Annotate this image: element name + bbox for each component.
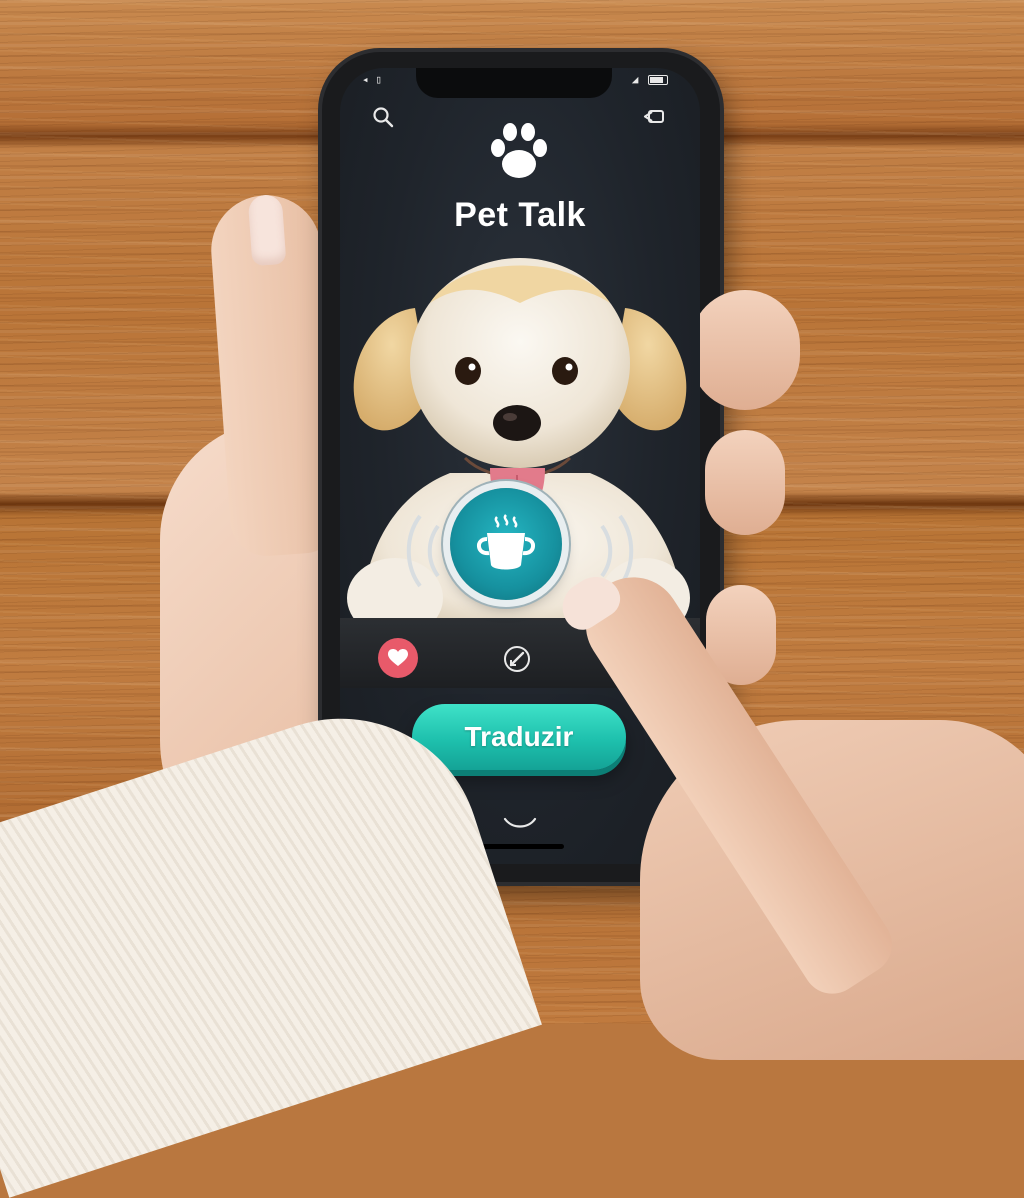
cup-icon	[477, 514, 535, 570]
record-button[interactable]	[450, 488, 562, 600]
search-button[interactable]	[368, 102, 398, 132]
signal-icon: ◂	[362, 73, 369, 86]
back-button[interactable]	[638, 102, 668, 132]
battery-icon	[648, 75, 668, 85]
favorite-button[interactable]	[378, 638, 418, 678]
paw-icon	[491, 123, 547, 178]
notch	[416, 68, 612, 98]
translate-button[interactable]: Traduzir	[412, 704, 626, 770]
right-finger-2	[705, 430, 785, 535]
home-indicator[interactable]	[478, 844, 564, 849]
sim-icon: ▯	[375, 73, 382, 86]
smile-icon	[503, 817, 537, 828]
status-bar-left: ◂ ▯	[362, 73, 382, 86]
edit-button[interactable]	[498, 640, 536, 678]
wifi-icon: ◢	[631, 73, 639, 86]
heart-icon	[388, 649, 408, 666]
status-bar-right: ◢	[632, 73, 668, 86]
right-finger-1	[690, 290, 800, 410]
app-title: Pet Talk	[454, 196, 586, 234]
back-icon	[643, 110, 664, 123]
edit-icon	[504, 646, 530, 672]
search-icon	[373, 107, 394, 128]
thumb-nail	[247, 193, 287, 267]
